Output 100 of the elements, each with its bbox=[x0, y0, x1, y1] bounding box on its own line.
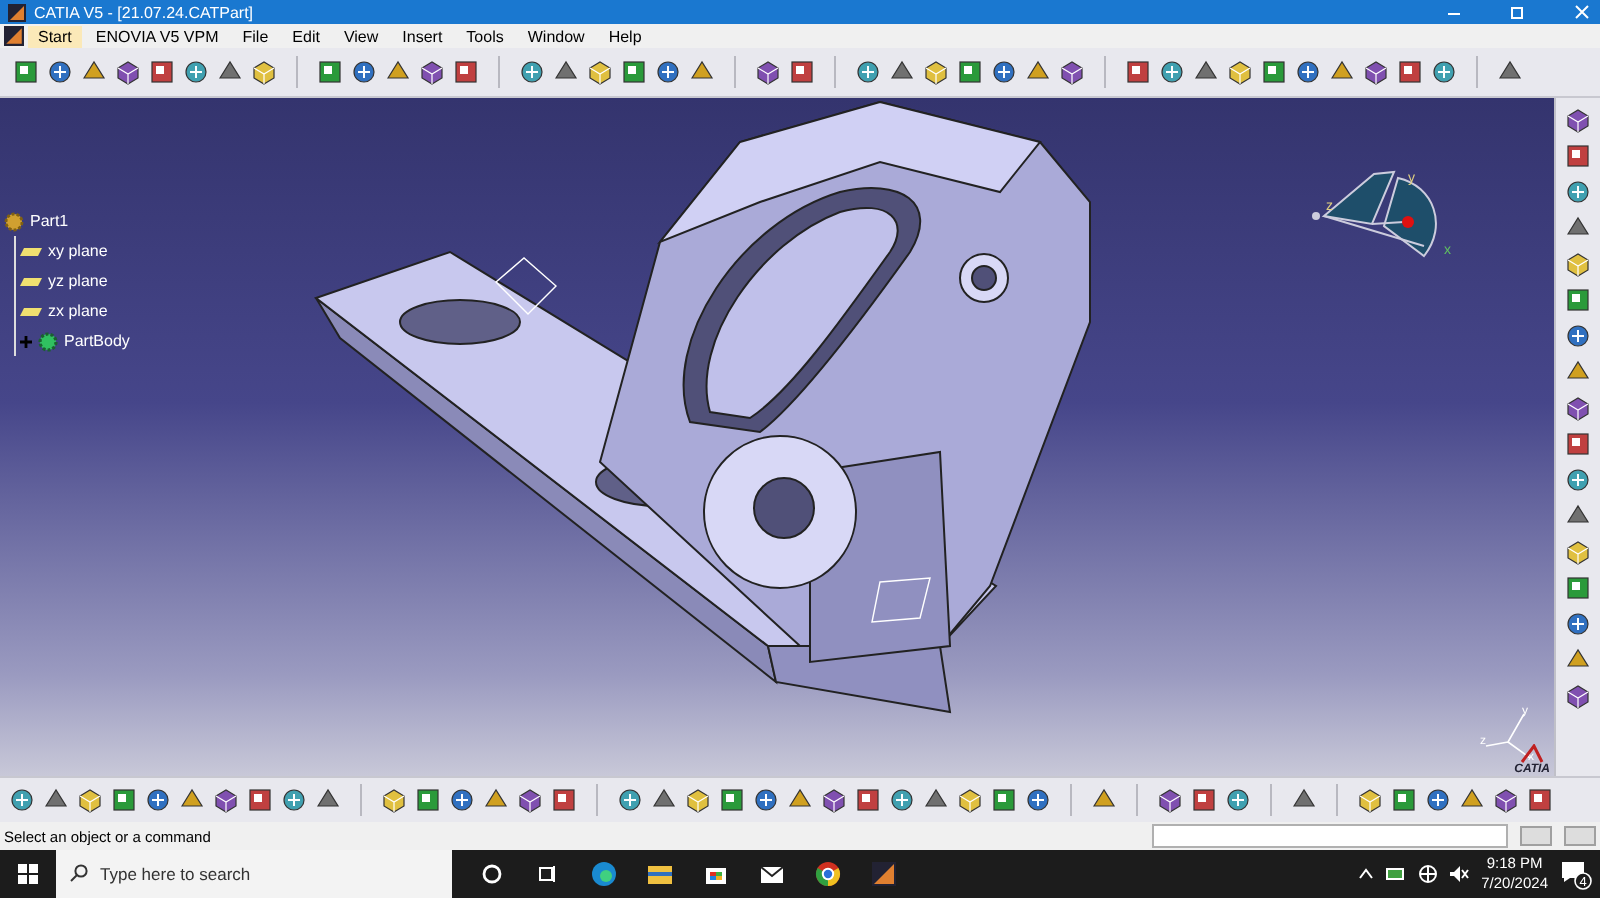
tool-icon[interactable] bbox=[1158, 58, 1186, 86]
tool-icon[interactable] bbox=[922, 58, 950, 86]
search-field[interactable]: Type here to search bbox=[56, 850, 452, 898]
tool-icon[interactable] bbox=[754, 58, 782, 86]
tool-icon[interactable] bbox=[1260, 58, 1288, 86]
tree-node[interactable]: Part1 bbox=[4, 206, 130, 236]
gear-icon bbox=[38, 331, 58, 351]
tool-icon[interactable] bbox=[76, 786, 104, 814]
tool-icon[interactable] bbox=[1124, 58, 1152, 86]
tool-icon[interactable] bbox=[718, 786, 746, 814]
tool-icon[interactable] bbox=[620, 58, 648, 86]
tool-icon[interactable] bbox=[250, 58, 278, 86]
tool-icon[interactable] bbox=[888, 786, 916, 814]
tool-icon[interactable] bbox=[414, 786, 442, 814]
tool-icon[interactable] bbox=[990, 786, 1018, 814]
tool-icon[interactable] bbox=[12, 58, 40, 86]
tool-icon[interactable] bbox=[380, 786, 408, 814]
menu-item[interactable]: Insert bbox=[392, 25, 453, 47]
tool-icon[interactable] bbox=[1564, 178, 1592, 206]
tool-icon[interactable] bbox=[280, 786, 308, 814]
close-icon[interactable] bbox=[1572, 3, 1592, 21]
menu-item[interactable]: File bbox=[232, 25, 279, 47]
tool-icon[interactable] bbox=[316, 58, 344, 86]
menu-item[interactable]: Window bbox=[517, 25, 595, 47]
tree-node[interactable]: xy plane bbox=[20, 236, 130, 266]
tool-icon[interactable] bbox=[684, 786, 712, 814]
tool-icon[interactable] bbox=[1356, 786, 1384, 814]
tool-icon[interactable] bbox=[148, 58, 176, 86]
tool-icon[interactable] bbox=[516, 786, 544, 814]
tree-node[interactable]: yz plane bbox=[20, 266, 130, 296]
plane-icon bbox=[20, 305, 42, 317]
tool-icon[interactable] bbox=[854, 786, 882, 814]
menu-item[interactable]: View bbox=[333, 25, 389, 47]
tool-icon[interactable] bbox=[1224, 786, 1252, 814]
tool-icon[interactable] bbox=[1058, 58, 1086, 86]
command-field[interactable] bbox=[1152, 824, 1508, 848]
tool-icon[interactable] bbox=[1564, 430, 1592, 458]
tool-icon[interactable] bbox=[110, 786, 138, 814]
tool-icon[interactable] bbox=[452, 58, 480, 86]
tool-icon[interactable] bbox=[1564, 538, 1592, 566]
tool-icon[interactable] bbox=[1564, 466, 1592, 494]
menu-item[interactable]: Help bbox=[598, 25, 652, 47]
windows-icon bbox=[18, 864, 38, 884]
tree-node[interactable]: zx plane bbox=[20, 296, 130, 326]
part-icon bbox=[4, 211, 24, 231]
tool-icon[interactable] bbox=[114, 58, 142, 86]
tool-icon[interactable] bbox=[418, 58, 446, 86]
tool-icon[interactable] bbox=[1024, 786, 1052, 814]
tool-icon[interactable] bbox=[654, 58, 682, 86]
menu-item[interactable]: Start bbox=[28, 25, 82, 47]
tool-icon[interactable] bbox=[1294, 58, 1322, 86]
tree-node[interactable]: PartBody bbox=[20, 326, 130, 356]
tool-icon[interactable] bbox=[1492, 786, 1520, 814]
tool-icon[interactable] bbox=[8, 786, 36, 814]
tool-icon[interactable] bbox=[1526, 786, 1554, 814]
tool-icon[interactable] bbox=[46, 58, 74, 86]
tool-icon[interactable] bbox=[246, 786, 274, 814]
tool-icon[interactable] bbox=[1564, 574, 1592, 602]
battery-icon[interactable] bbox=[1385, 866, 1406, 882]
tool-icon[interactable] bbox=[1564, 322, 1592, 350]
tool-icon[interactable] bbox=[1362, 58, 1390, 86]
tool-icon[interactable] bbox=[1430, 58, 1458, 86]
tool-icon[interactable] bbox=[1564, 142, 1592, 170]
tool-icon[interactable] bbox=[586, 58, 614, 86]
tool-icon[interactable] bbox=[1564, 682, 1592, 710]
tool-icon[interactable] bbox=[1190, 786, 1218, 814]
tool-icon[interactable] bbox=[1564, 394, 1592, 422]
tool-icon[interactable] bbox=[990, 58, 1018, 86]
tool-icon[interactable] bbox=[144, 786, 172, 814]
tool-icon[interactable] bbox=[788, 58, 816, 86]
globe-icon[interactable] bbox=[1417, 864, 1438, 884]
caret-icon[interactable] bbox=[1357, 868, 1374, 880]
tool-icon[interactable] bbox=[1564, 250, 1592, 278]
menu-item[interactable]: ENOVIA V5 VPM bbox=[85, 25, 229, 47]
tool-icon[interactable] bbox=[1564, 286, 1592, 314]
tool-icon[interactable] bbox=[616, 786, 644, 814]
plane-icon bbox=[20, 245, 42, 257]
tool-icon[interactable] bbox=[212, 786, 240, 814]
menu-item[interactable]: Edit bbox=[282, 25, 330, 47]
menu-item[interactable]: Tools bbox=[456, 25, 514, 47]
tool-icon[interactable] bbox=[518, 58, 546, 86]
tool-icon[interactable] bbox=[350, 58, 378, 86]
tool-icon[interactable] bbox=[1564, 610, 1592, 638]
tool-icon[interactable] bbox=[1396, 58, 1424, 86]
tool-icon[interactable] bbox=[1156, 786, 1184, 814]
tool-icon[interactable] bbox=[550, 786, 578, 814]
tool-icon[interactable] bbox=[448, 786, 476, 814]
tool-icon[interactable] bbox=[1564, 106, 1592, 134]
tool-icon[interactable] bbox=[956, 58, 984, 86]
tool-icon[interactable] bbox=[1390, 786, 1418, 814]
tool-icon[interactable] bbox=[752, 786, 780, 814]
speaker-muted-icon[interactable] bbox=[1449, 866, 1470, 882]
tool-icon[interactable] bbox=[854, 58, 882, 86]
search-icon bbox=[70, 864, 88, 882]
restore-icon[interactable] bbox=[1508, 3, 1528, 21]
tool-icon[interactable] bbox=[820, 786, 848, 814]
tool-icon[interactable] bbox=[182, 58, 210, 86]
tool-icon[interactable] bbox=[1226, 58, 1254, 86]
tool-icon[interactable] bbox=[956, 786, 984, 814]
tool-icon[interactable] bbox=[1424, 786, 1452, 814]
